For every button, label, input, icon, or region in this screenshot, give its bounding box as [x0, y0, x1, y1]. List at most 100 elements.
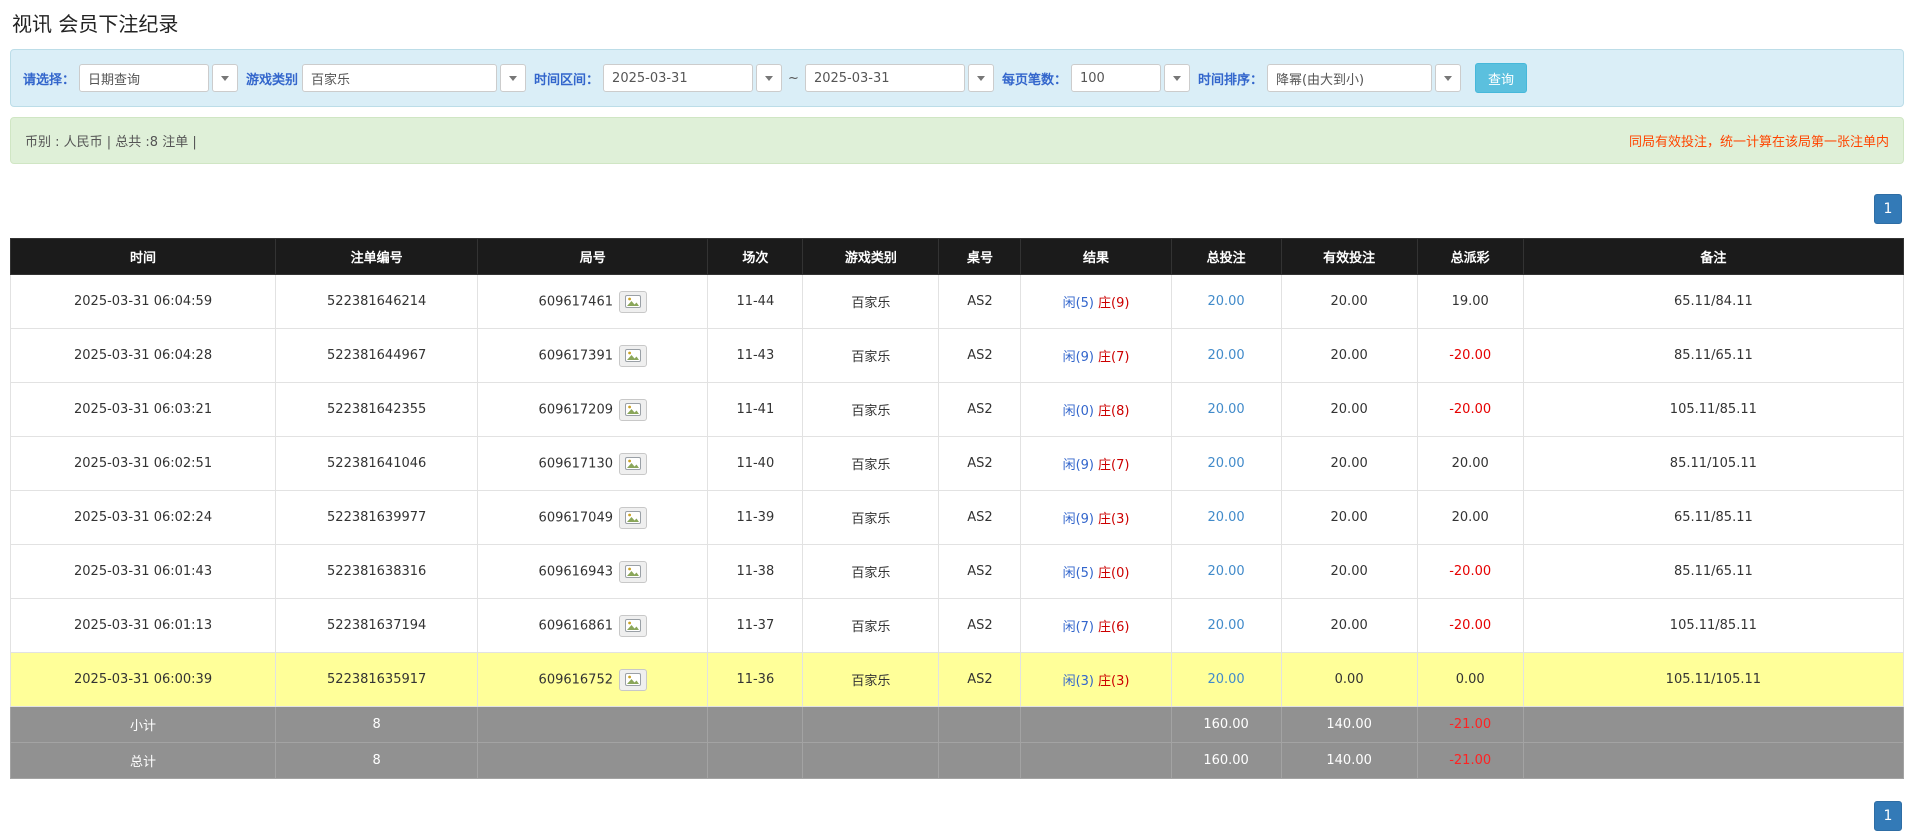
cell-game-type: 百家乐 [803, 275, 939, 329]
total-bet-link[interactable]: 20.00 [1207, 618, 1244, 633]
date-from-input[interactable] [603, 64, 753, 92]
game-type-dropdown-button[interactable] [500, 64, 526, 92]
total-bet-link[interactable]: 20.00 [1207, 456, 1244, 471]
total-bet-link[interactable]: 20.00 [1207, 348, 1244, 363]
round-video-button[interactable] [619, 615, 647, 637]
date-to-dropdown-button[interactable] [968, 64, 994, 92]
table-row: 2025-03-31 06:02:51522381641046609617130… [11, 437, 1904, 491]
cell-round: 609617130 [478, 437, 708, 491]
cell-payout: 20.00 [1417, 491, 1523, 545]
round-video-button[interactable] [619, 291, 647, 313]
records-table-wrapper: 时间 注单编号 局号 场次 游戏类别 桌号 结果 总投注 有效投注 总派彩 备注… [10, 238, 1904, 779]
result-banker: 庄(3) [1098, 674, 1129, 689]
cell-session: 11-36 [708, 653, 803, 707]
cell-result: 闲(3) 庄(3) [1021, 653, 1171, 707]
per-page-input[interactable] [1071, 64, 1161, 92]
payout-value: 19.00 [1452, 294, 1489, 309]
subtotal-valid-bet: 140.00 [1281, 707, 1417, 743]
sort-combobox [1267, 64, 1461, 92]
header-time: 时间 [11, 239, 276, 275]
round-video-button[interactable] [619, 669, 647, 691]
page-title: 视讯 会员下注纪录 [12, 8, 1914, 37]
round-video-button[interactable] [619, 345, 647, 367]
cell-note: 65.11/84.11 [1523, 275, 1903, 329]
cell-valid-bet: 20.00 [1281, 545, 1417, 599]
result-banker: 庄(7) [1098, 458, 1129, 473]
cell-session: 11-43 [708, 329, 803, 383]
result-banker: 庄(9) [1098, 296, 1129, 311]
round-video-button[interactable] [619, 453, 647, 475]
round-video-button[interactable] [619, 399, 647, 421]
total-payout: -21.00 [1417, 743, 1523, 779]
total-valid-bet: 140.00 [1281, 743, 1417, 779]
cell-payout: -20.00 [1417, 329, 1523, 383]
query-type-input[interactable] [79, 64, 209, 92]
per-page-combobox [1071, 64, 1190, 92]
query-type-dropdown-button[interactable] [212, 64, 238, 92]
video-thumbnail-icon [625, 619, 641, 632]
cell-note: 85.11/105.11 [1523, 437, 1903, 491]
subtotal-row: 小计 8 160.00 140.00 -21.00 [11, 707, 1904, 743]
result-player: 闲(3) [1063, 674, 1094, 689]
round-video-button[interactable] [619, 507, 647, 529]
video-thumbnail-icon [625, 403, 641, 416]
records-table: 时间 注单编号 局号 场次 游戏类别 桌号 结果 总投注 有效投注 总派彩 备注… [10, 238, 1904, 779]
cell-time: 2025-03-31 06:02:51 [11, 437, 276, 491]
cell-total-bet: 20.00 [1171, 437, 1281, 491]
sort-label: 时间排序： [1198, 69, 1263, 88]
query-type-combobox [79, 64, 238, 92]
page-1-button[interactable]: 1 [1874, 194, 1902, 224]
cell-round: 609616861 [478, 599, 708, 653]
search-button[interactable]: 查询 [1475, 63, 1527, 93]
cell-valid-bet: 20.00 [1281, 599, 1417, 653]
page-1-button[interactable]: 1 [1874, 801, 1902, 831]
game-type-input[interactable] [302, 64, 497, 92]
round-number: 609616752 [539, 672, 613, 687]
date-to-input[interactable] [805, 64, 965, 92]
cell-game-type: 百家乐 [803, 653, 939, 707]
payout-value: 20.00 [1452, 456, 1489, 471]
cell-bet-id: 522381639977 [276, 491, 478, 545]
table-row: 2025-03-31 06:04:59522381646214609617461… [11, 275, 1904, 329]
round-video-button[interactable] [619, 561, 647, 583]
video-thumbnail-icon [625, 511, 641, 524]
cell-round: 609616752 [478, 653, 708, 707]
video-thumbnail-icon [625, 457, 641, 470]
result-player: 闲(5) [1063, 566, 1094, 581]
cell-game-type: 百家乐 [803, 329, 939, 383]
cell-time: 2025-03-31 06:02:24 [11, 491, 276, 545]
table-footer: 小计 8 160.00 140.00 -21.00 总计 8 160.00 14… [11, 707, 1904, 779]
total-bet-link[interactable]: 20.00 [1207, 402, 1244, 417]
cell-total-bet: 20.00 [1171, 653, 1281, 707]
total-label: 总计 [11, 743, 276, 779]
total-bet-link[interactable]: 20.00 [1207, 510, 1244, 525]
payout-value: -20.00 [1449, 402, 1491, 417]
header-session: 场次 [708, 239, 803, 275]
date-to-combobox [805, 64, 994, 92]
total-bet-link[interactable]: 20.00 [1207, 564, 1244, 579]
cell-payout: 0.00 [1417, 653, 1523, 707]
game-type-combobox [302, 64, 526, 92]
table-row: 2025-03-31 06:01:43522381638316609616943… [11, 545, 1904, 599]
cell-session: 11-40 [708, 437, 803, 491]
cell-valid-bet: 20.00 [1281, 383, 1417, 437]
cell-total-bet: 20.00 [1171, 383, 1281, 437]
per-page-dropdown-button[interactable] [1164, 64, 1190, 92]
result-player: 闲(9) [1063, 350, 1094, 365]
cell-note: 105.11/105.11 [1523, 653, 1903, 707]
cell-total-bet: 20.00 [1171, 491, 1281, 545]
total-bet-link[interactable]: 20.00 [1207, 294, 1244, 309]
total-bet-link[interactable]: 20.00 [1207, 672, 1244, 687]
video-thumbnail-icon [625, 673, 641, 686]
cell-note: 85.11/65.11 [1523, 545, 1903, 599]
date-from-dropdown-button[interactable] [756, 64, 782, 92]
cell-payout: 20.00 [1417, 437, 1523, 491]
chevron-down-icon [221, 76, 229, 81]
cell-session: 11-38 [708, 545, 803, 599]
table-row: 2025-03-31 06:01:13522381637194609616861… [11, 599, 1904, 653]
sort-input[interactable] [1267, 64, 1432, 92]
sort-dropdown-button[interactable] [1435, 64, 1461, 92]
cell-result: 闲(0)庄(8) [1021, 383, 1171, 437]
subtotal-count: 8 [276, 707, 478, 743]
chevron-down-icon [977, 76, 985, 81]
